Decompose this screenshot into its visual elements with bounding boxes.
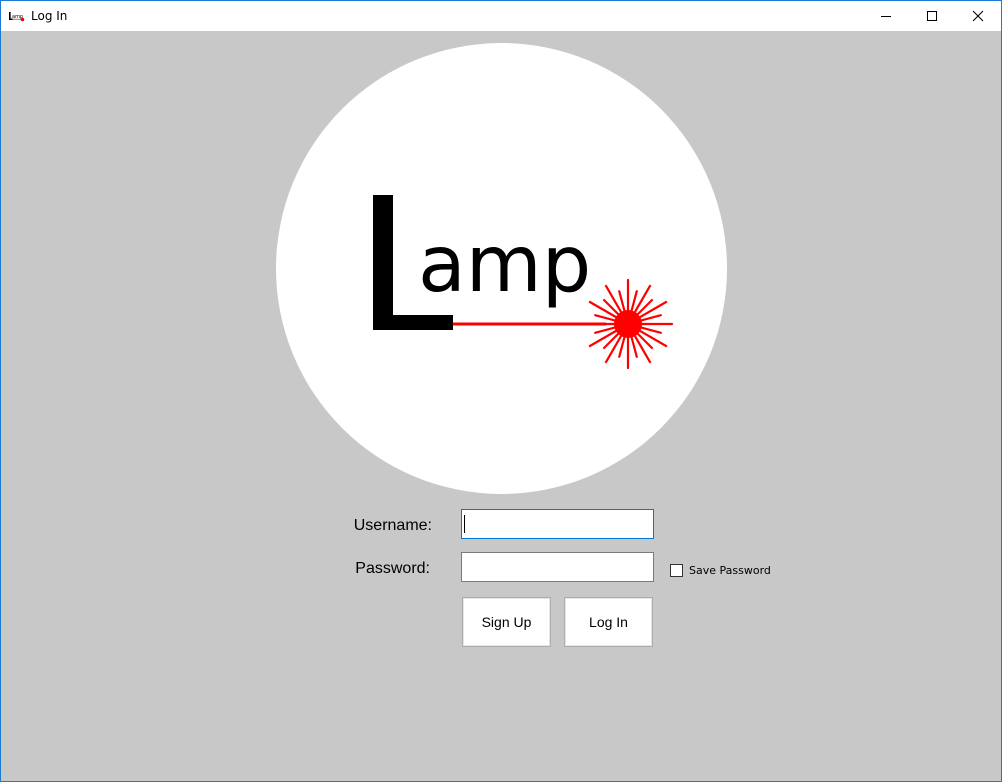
save-password-label[interactable]: Save Password: [689, 564, 771, 577]
close-icon: [972, 10, 984, 22]
sign-up-button[interactable]: Sign Up: [462, 597, 551, 647]
svg-text:amp: amp: [418, 220, 591, 310]
login-panel: amp Username: Password: Save Password Si…: [1, 31, 1001, 781]
password-input[interactable]: [461, 552, 654, 582]
lamp-app-icon: amp: [9, 12, 25, 22]
close-button[interactable]: [955, 1, 1001, 31]
username-input[interactable]: [461, 509, 654, 539]
password-label: Password:: [355, 560, 430, 577]
maximize-icon: [927, 11, 937, 21]
lamp-logo-graphic: amp: [373, 195, 674, 370]
maximize-button[interactable]: [909, 1, 955, 31]
minimize-icon: [881, 16, 891, 17]
username-label: Username:: [353, 517, 432, 534]
lamp-logo: amp: [276, 43, 727, 494]
log-in-button[interactable]: Log In: [564, 597, 653, 647]
title-bar[interactable]: amp Log In: [1, 1, 1001, 31]
login-window: amp Log In amp Username: Password: Save …: [0, 0, 1002, 782]
minimize-button[interactable]: [863, 1, 909, 31]
text-caret: [464, 515, 465, 533]
save-password-checkbox[interactable]: [670, 564, 683, 577]
window-title: Log In: [31, 9, 68, 23]
